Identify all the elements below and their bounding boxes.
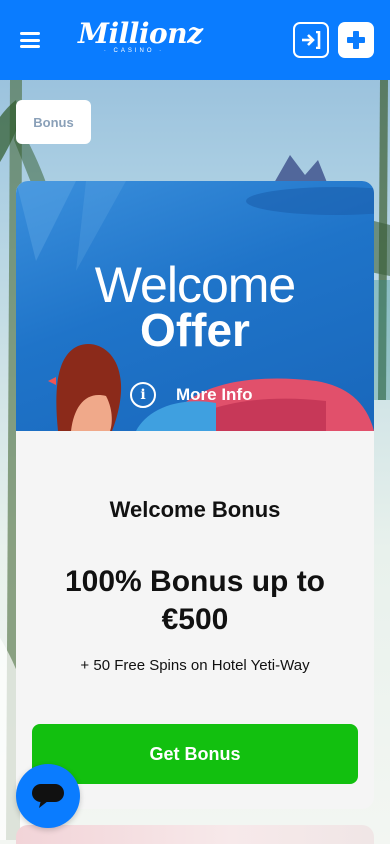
hamburger-icon[interactable] (20, 32, 40, 48)
register-button[interactable] (338, 22, 374, 58)
logo-text: Millionz (78, 17, 203, 50)
bonus-amount: 100% Bonus up to €500 (64, 565, 326, 636)
login-button[interactable] (293, 22, 329, 58)
get-bonus-button[interactable]: Get Bonus (32, 724, 358, 784)
more-info-link[interactable]: i More Info (130, 381, 253, 409)
promo-title-offer: Offer (140, 304, 250, 356)
bonus-title: Welcome Bonus (109, 497, 281, 522)
bonus-free-spins: + 50 Free Spins on Hotel Yeti-Way (80, 657, 310, 674)
promo-banner: Welcome Offer i More Info (16, 181, 374, 431)
next-promo-card[interactable] (16, 825, 374, 844)
plus-icon (347, 31, 365, 49)
casino-logo[interactable]: Millionz · CASINO · (78, 17, 203, 64)
login-arrow-icon (302, 31, 321, 49)
more-info-label: More Info (176, 385, 253, 404)
top-header: Millionz · CASINO · (0, 0, 390, 80)
bonus-details: Welcome Bonus 100% Bonus up to €500 + 50… (16, 431, 374, 809)
welcome-offer-card: Welcome Offer i More Info Welcome Bonus … (16, 181, 374, 809)
bonus-category-tag[interactable]: Bonus (16, 100, 91, 144)
live-chat-button[interactable] (16, 764, 80, 828)
chat-bubble-icon (32, 784, 64, 808)
info-icon: i (130, 382, 156, 408)
